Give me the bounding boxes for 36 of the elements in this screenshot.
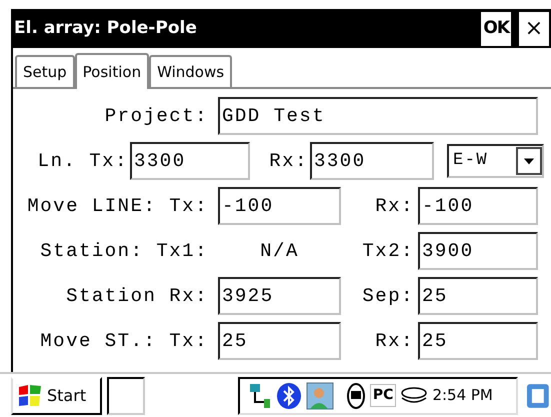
clock: 2:54 PM: [432, 385, 493, 406]
field-label: Move LINE: Tx:: [26, 194, 209, 219]
field-label: Sep:: [361, 284, 415, 309]
tab[interactable]: Setup: [15, 55, 75, 87]
readout-value: N/A: [259, 238, 300, 264]
input-field[interactable]: 3300: [310, 142, 434, 180]
tab[interactable]: Windows: [149, 55, 232, 87]
start-button[interactable]: Start: [11, 376, 102, 414]
field-label: Move ST.: Tx:: [39, 328, 209, 354]
input-field[interactable]: -100: [418, 187, 538, 225]
window-title: El. array: Pole-Pole: [14, 16, 198, 40]
input-field[interactable]: 3300: [130, 142, 250, 180]
field-label: Station: Tx1:: [39, 238, 209, 264]
input-field[interactable]: 3900: [418, 232, 538, 270]
windows-flag-icon: [17, 384, 43, 408]
field-label: Station Rx:: [65, 284, 209, 309]
field-label: Project:: [104, 104, 209, 129]
pc-status-label: PC: [370, 384, 396, 407]
field-label: Tx2:: [361, 238, 415, 264]
input-field[interactable]: 25: [418, 277, 538, 315]
input-field[interactable]: 25: [218, 322, 341, 360]
tab[interactable]: Position: [74, 53, 150, 89]
input-field[interactable]: -100: [218, 187, 341, 225]
taskbar-slot: [107, 376, 145, 414]
field-label: Rx:: [374, 328, 415, 354]
ok-button[interactable]: OK: [481, 12, 511, 46]
user-icon: [306, 382, 334, 410]
field-label: Rx:: [268, 148, 309, 174]
bluetooth-icon: [276, 382, 302, 410]
input-field[interactable]: GDD Test: [218, 97, 538, 135]
field-label: Rx:: [374, 194, 415, 219]
input-field[interactable]: 3925: [218, 277, 341, 315]
input-field[interactable]: 25: [418, 322, 538, 360]
close-button[interactable]: ×: [519, 12, 549, 46]
direction-dropdown[interactable]: E-W: [447, 144, 544, 178]
field-label: Ln. Tx:: [36, 148, 129, 174]
